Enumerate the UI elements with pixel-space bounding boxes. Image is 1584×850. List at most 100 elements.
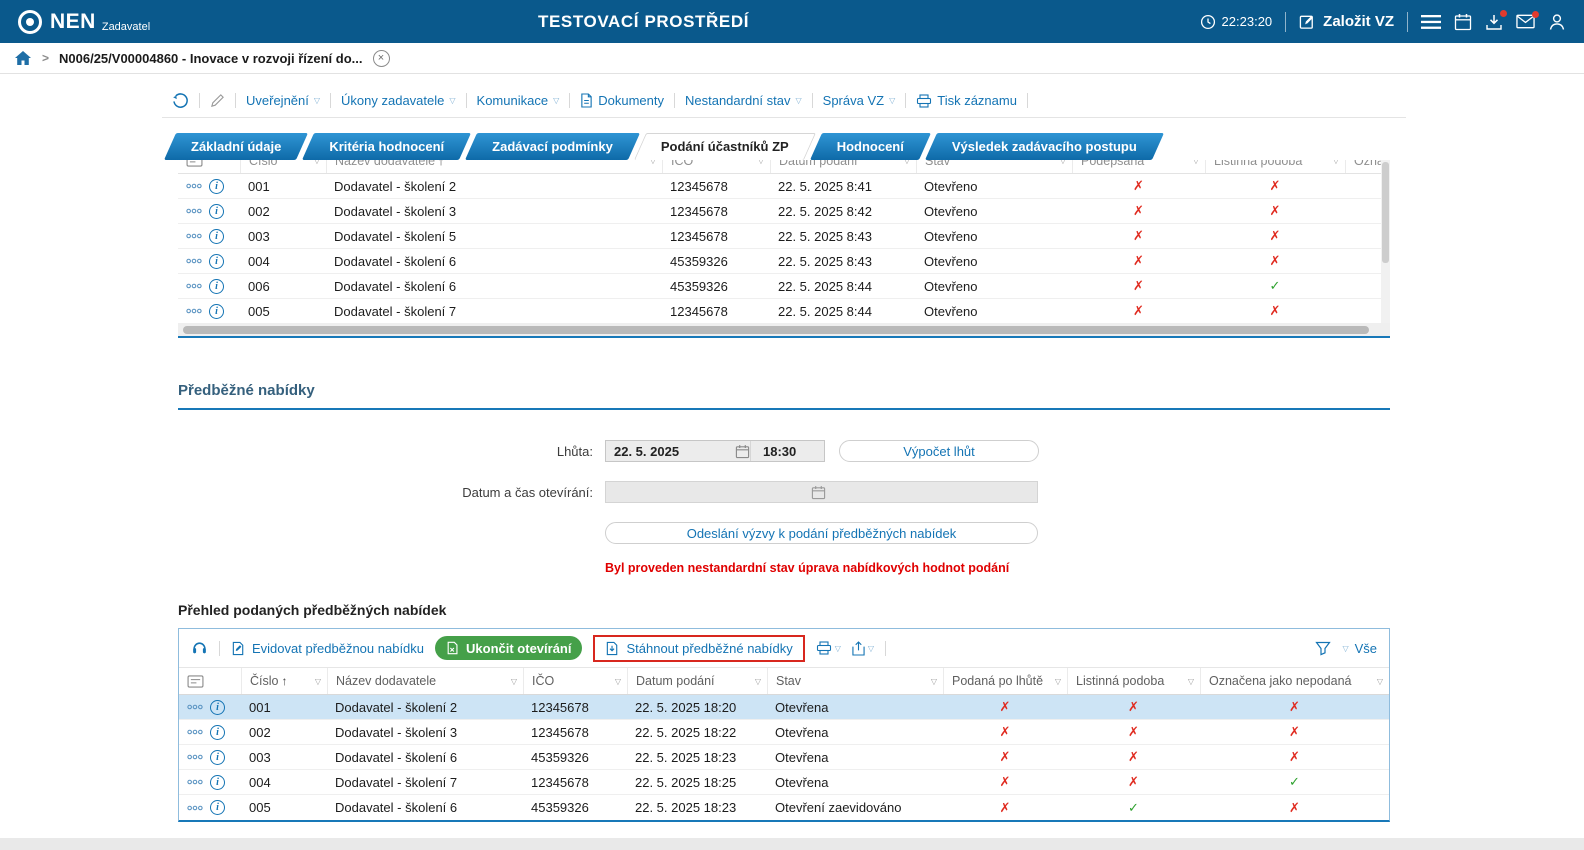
row-info-icon[interactable]	[209, 253, 224, 269]
row-info-icon[interactable]	[209, 303, 224, 319]
print-menu-button[interactable]	[816, 641, 841, 655]
table-row[interactable]: 005 Dodavatel - školení 6 45359326 22. 5…	[179, 795, 1389, 820]
menu-dokumenty[interactable]: Dokumenty	[580, 93, 664, 108]
evidovat-nabidku-button[interactable]: Evidovat předběžnou nabídku	[231, 641, 424, 656]
table-row[interactable]: 003 Dodavatel - školení 5 12345678 22. 5…	[178, 224, 1390, 249]
header-nazev[interactable]: Název dodavatele	[327, 668, 523, 694]
tab-vysledek-zadavaciho-postupu[interactable]: Výsledek zadávacího postupu	[924, 133, 1164, 160]
header-podepsana[interactable]: Podepsána	[1072, 160, 1205, 173]
row-info-icon[interactable]	[209, 228, 224, 244]
header-nazev[interactable]: Název dodavatele	[326, 160, 662, 173]
vypocet-lhut-button[interactable]: Výpočet lhůt	[839, 440, 1039, 462]
row-menu-icon[interactable]	[186, 208, 202, 214]
scrollbar-thumb[interactable]	[183, 326, 1369, 334]
header-stav[interactable]: Stav	[916, 160, 1072, 173]
filter-caret-icon[interactable]	[1056, 160, 1066, 165]
row-menu-icon[interactable]	[187, 704, 203, 710]
filter-caret-icon[interactable]	[927, 677, 937, 686]
table-row[interactable]: 006 Dodavatel - školení 6 45359326 22. 5…	[178, 274, 1390, 299]
nen-logo[interactable]: NEN Zadavatel	[18, 9, 150, 34]
table-row[interactable]: 002 Dodavatel - školení 3 12345678 22. 5…	[179, 720, 1389, 745]
menu-sprava-vz[interactable]: Správa VZ	[823, 93, 896, 108]
table-row[interactable]: 005 Dodavatel - školení 7 12345678 22. 5…	[178, 299, 1390, 324]
header-listinna[interactable]: Listinná podoba	[1067, 668, 1200, 694]
filter-caret-icon[interactable]	[1051, 677, 1061, 686]
filter-caret-icon[interactable]	[611, 677, 621, 686]
row-info-icon[interactable]	[209, 203, 224, 219]
table-row[interactable]: 004 Dodavatel - školení 6 45359326 22. 5…	[178, 249, 1390, 274]
filter-caret-icon[interactable]	[754, 160, 764, 165]
messages-button[interactable]	[1516, 11, 1539, 29]
create-vz-button[interactable]: Založit VZ	[1299, 13, 1394, 30]
table-row[interactable]: 002 Dodavatel - školení 3 12345678 22. 5…	[178, 199, 1390, 224]
row-info-icon[interactable]	[210, 699, 225, 715]
deadline-datetime-input[interactable]: 22. 5. 2025 18:30	[605, 440, 825, 462]
filter-caret-icon[interactable]	[507, 677, 517, 686]
vertical-scrollbar[interactable]	[1381, 160, 1390, 323]
row-menu-icon[interactable]	[186, 283, 202, 289]
filter-caret-icon[interactable]	[311, 677, 321, 686]
menu-nestandardni-stav[interactable]: Nestandardní stav	[685, 93, 802, 108]
header-datum[interactable]: Datum podání	[627, 668, 767, 694]
header-datum[interactable]: Datum podání	[770, 160, 916, 173]
calendar-button[interactable]	[1454, 13, 1472, 31]
column-settings-header[interactable]	[179, 668, 241, 694]
header-cislo[interactable]: Číslo	[240, 160, 326, 173]
header-ico[interactable]: IČO	[523, 668, 627, 694]
calendar-icon[interactable]	[735, 444, 750, 459]
row-menu-icon[interactable]	[186, 183, 202, 189]
filter-caret-icon[interactable]	[1184, 677, 1194, 686]
row-info-icon[interactable]	[210, 774, 225, 790]
filter-caret-icon[interactable]	[1189, 160, 1199, 165]
column-settings-header[interactable]	[178, 160, 240, 173]
tab-kriteria-hodnoceni[interactable]: Kritéria hodnocení	[302, 133, 472, 160]
table-row[interactable]: 001 Dodavatel - školení 2 12345678 22. 5…	[179, 695, 1389, 720]
filter-caret-icon[interactable]	[1329, 160, 1339, 165]
header-stav[interactable]: Stav	[767, 668, 943, 694]
odeslani-vyzvy-button[interactable]: Odeslání výzvy k podání předběžných nabí…	[605, 522, 1038, 544]
row-info-icon[interactable]	[209, 178, 224, 194]
row-menu-icon[interactable]	[186, 308, 202, 314]
tab-hodnoceni[interactable]: Hodnocení	[809, 133, 931, 160]
row-info-icon[interactable]	[210, 749, 225, 765]
filter-caret-icon[interactable]	[1373, 677, 1383, 686]
filter-caret-icon[interactable]	[900, 160, 910, 165]
deadline-time-value[interactable]: 18:30	[750, 441, 824, 461]
headset-icon[interactable]	[191, 640, 208, 656]
header-ico[interactable]: IČO	[662, 160, 770, 173]
user-button[interactable]	[1548, 13, 1566, 31]
row-menu-icon[interactable]	[187, 779, 203, 785]
menu-komunikace[interactable]: Komunikace	[477, 93, 560, 108]
downloads-button[interactable]	[1485, 9, 1507, 31]
filter-funnel-icon[interactable]	[1315, 641, 1332, 656]
table-row[interactable]: 003 Dodavatel - školení 6 45359326 22. 5…	[179, 745, 1389, 770]
filter-vse-button[interactable]: Vše	[1342, 641, 1377, 656]
row-menu-icon[interactable]	[186, 258, 202, 264]
filter-caret-icon[interactable]	[310, 160, 320, 165]
row-menu-icon[interactable]	[187, 805, 203, 811]
home-icon[interactable]	[14, 50, 32, 66]
filter-caret-icon[interactable]	[751, 677, 761, 686]
tab-zadavaci-podminky[interactable]: Zadávací podmínky	[465, 133, 640, 160]
ukoncit-oteviranie-button[interactable]: Ukončit otevírání	[435, 636, 583, 660]
row-menu-icon[interactable]	[186, 233, 202, 239]
header-oznacena[interactable]: Označena jako nepodaná	[1200, 668, 1389, 694]
menu-tisk-zaznamu[interactable]: Tisk záznamu	[916, 93, 1017, 108]
edit-button[interactable]	[210, 93, 225, 108]
tab-podani-ucastniku-zp[interactable]: Podání účastníků ZP	[633, 133, 816, 160]
row-info-icon[interactable]	[210, 800, 225, 815]
menu-uverejneni[interactable]: Uveřejnění	[246, 93, 320, 108]
row-info-icon[interactable]	[210, 724, 225, 740]
header-cislo[interactable]: Číslo	[241, 668, 327, 694]
header-listinna[interactable]: Listinná podoba	[1205, 160, 1345, 173]
horizontal-scrollbar[interactable]	[178, 324, 1390, 336]
stahnout-nabidky-button[interactable]: Stáhnout předběžné nabídky	[605, 641, 793, 656]
breadcrumb-record[interactable]: N006/25/V00004860 - Inovace v rozvoji ří…	[59, 51, 362, 66]
menu-ukony-zadavatele[interactable]: Úkony zadavatele	[341, 93, 456, 108]
row-menu-icon[interactable]	[187, 754, 203, 760]
row-menu-icon[interactable]	[187, 729, 203, 735]
export-menu-button[interactable]	[852, 640, 874, 656]
menu-button[interactable]	[1421, 14, 1441, 29]
header-podana[interactable]: Podaná po lhůtě	[943, 668, 1067, 694]
row-info-icon[interactable]	[209, 278, 224, 294]
